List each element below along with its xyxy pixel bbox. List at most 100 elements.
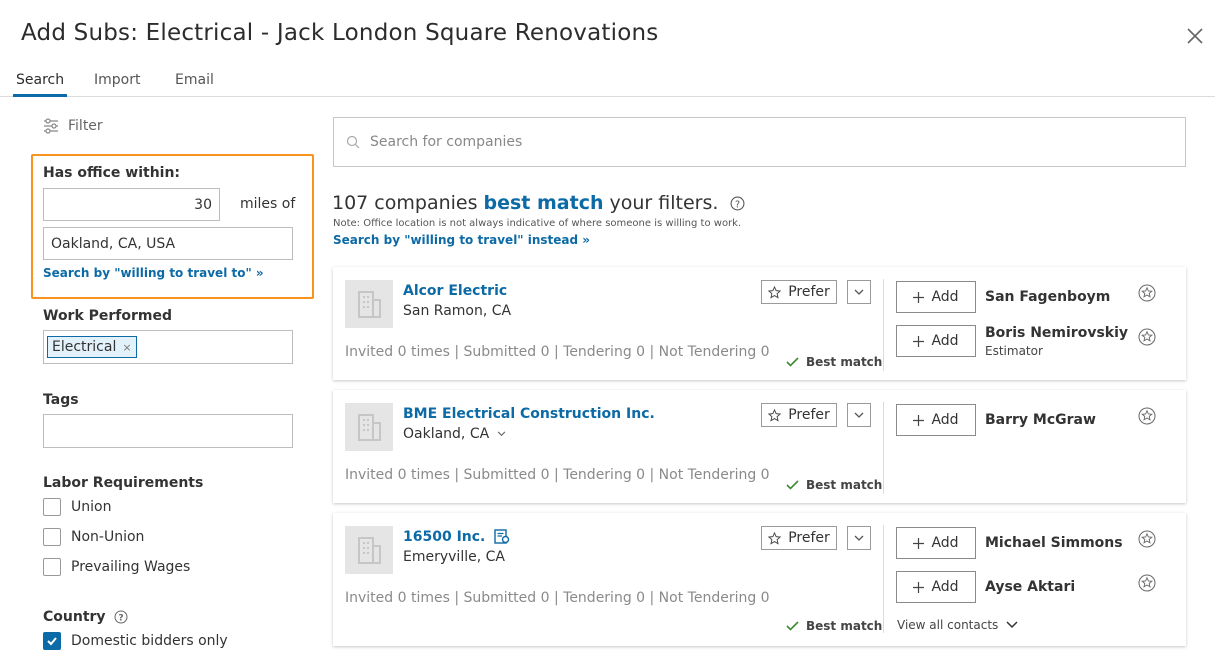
best-match-label: Best match (806, 355, 883, 369)
checkmark-icon (47, 637, 57, 646)
building-icon (358, 414, 381, 441)
dialog-title: Add Subs: Electrical - Jack London Squar… (21, 20, 659, 46)
favorite-star-icon[interactable] (1138, 530, 1156, 548)
tab-import[interactable]: Import (94, 72, 140, 88)
results-count: 107 companies (332, 192, 478, 214)
office-within-label: Has office within: (43, 165, 181, 181)
union-checkbox-row[interactable]: Union (43, 498, 111, 516)
location-input[interactable]: Oakland, CA, USA (43, 227, 293, 260)
help-icon[interactable]: ? (114, 610, 128, 624)
company-name-link[interactable]: BME Electrical Construction Inc. (403, 406, 655, 422)
tab-email[interactable]: Email (175, 72, 214, 88)
company-card: BME Electrical Construction Inc. Oakland… (333, 390, 1186, 503)
active-tab-indicator (13, 94, 67, 97)
check-icon (786, 621, 799, 631)
domestic-checkbox[interactable] (43, 632, 61, 650)
favorite-star-icon[interactable] (1138, 574, 1156, 592)
work-chip-label: Electrical (52, 339, 117, 355)
company-name-row[interactable]: 16500 Inc. (403, 529, 510, 545)
prevailing-wages-checkbox[interactable] (43, 558, 61, 576)
prefer-label: Prefer (788, 284, 830, 300)
prevailing-wages-checkbox-row[interactable]: Prevailing Wages (43, 558, 190, 576)
tags-label: Tags (43, 392, 79, 408)
company-name-link[interactable]: Alcor Electric (403, 283, 507, 299)
willing-to-travel-link[interactable]: Search by "willing to travel" instead » (333, 233, 590, 247)
company-stats: Invited 0 times | Submitted 0 | Tenderin… (345, 590, 770, 606)
prefer-label: Prefer (788, 407, 830, 423)
company-name-link[interactable]: 16500 Inc. (403, 529, 485, 545)
favorite-star-icon[interactable] (1138, 284, 1156, 302)
best-match-label: Best match (806, 619, 883, 633)
contact-name: San Fagenboym (985, 289, 1111, 305)
domestic-checkbox-row[interactable]: Domestic bidders only (43, 632, 228, 650)
plus-icon (913, 335, 925, 347)
add-label: Add (931, 412, 959, 428)
tab-search[interactable]: Search (16, 72, 64, 88)
star-outline-icon (768, 285, 782, 299)
certificate-icon (494, 529, 510, 544)
company-search-box[interactable] (333, 117, 1186, 167)
sliders-icon (44, 118, 58, 134)
prefer-button[interactable]: Prefer (761, 403, 837, 427)
plus-icon (913, 537, 925, 549)
help-icon[interactable]: ? (730, 196, 745, 211)
non-union-checkbox-row[interactable]: Non-Union (43, 528, 144, 546)
company-search-input[interactable] (370, 134, 1150, 150)
non-union-checkbox[interactable] (43, 528, 61, 546)
filter-heading: Filter (43, 118, 103, 134)
prefer-button[interactable]: Prefer (761, 280, 837, 304)
work-performed-input[interactable]: Electrical × (43, 330, 293, 364)
contact-name: Barry McGraw (985, 412, 1096, 428)
travel-to-link[interactable]: Search by "willing to travel to" » (43, 266, 264, 280)
company-location-text: Emeryville, CA (403, 549, 505, 565)
company-card: 16500 Inc. Emeryville, CA Invited 0 time… (333, 513, 1186, 646)
card-divider (883, 279, 884, 371)
work-chip: Electrical × (47, 336, 137, 358)
chevron-down-icon (854, 289, 864, 295)
contact-name: Ayse Aktari (985, 579, 1076, 595)
company-logo (345, 526, 393, 574)
results-heading: 107 companies best match your filters. ? (332, 192, 745, 214)
best-match-label: Best match (806, 478, 883, 492)
prevailing-wages-label: Prevailing Wages (71, 559, 191, 575)
prefer-label: Prefer (788, 530, 830, 546)
add-contact-button[interactable]: Add (896, 404, 976, 436)
building-icon (358, 537, 381, 564)
miles-input[interactable]: 30 (43, 188, 220, 221)
add-contact-button[interactable]: Add (896, 281, 976, 313)
labor-requirements-label: Labor Requirements (43, 475, 204, 491)
card-divider (883, 402, 884, 494)
chevron-down-icon[interactable] (497, 431, 506, 437)
plus-icon (913, 414, 925, 426)
favorite-star-icon[interactable] (1138, 407, 1156, 425)
chevron-down-icon (854, 535, 864, 541)
star-outline-icon (768, 408, 782, 422)
prefer-dropdown-button[interactable] (847, 403, 871, 427)
card-divider (883, 525, 884, 633)
company-location-text: San Ramon, CA (403, 303, 512, 319)
miles-of-label: miles of (240, 196, 296, 212)
view-all-contacts-link[interactable]: View all contacts (897, 618, 1018, 632)
add-contact-button[interactable]: Add (896, 571, 976, 603)
company-location[interactable]: Oakland, CA (403, 426, 506, 442)
favorite-star-icon[interactable] (1138, 328, 1156, 346)
union-checkbox[interactable] (43, 498, 61, 516)
contact-name: Michael Simmons (985, 535, 1123, 551)
add-contact-button[interactable]: Add (896, 527, 976, 559)
tags-input[interactable] (43, 414, 293, 448)
contact-role: Estimator (985, 344, 1043, 358)
company-card: Alcor Electric San Ramon, CA Invited 0 t… (333, 267, 1186, 380)
prefer-dropdown-button[interactable] (847, 280, 871, 304)
remove-chip-icon[interactable]: × (122, 341, 131, 354)
best-match-badge: Best match (786, 619, 882, 633)
building-icon (358, 291, 381, 318)
prefer-dropdown-button[interactable] (847, 526, 871, 550)
close-icon[interactable] (1186, 27, 1204, 45)
svg-text:?: ? (735, 199, 740, 210)
best-match-badge: Best match (786, 478, 882, 492)
results-suffix: your filters. (609, 192, 719, 214)
company-stats: Invited 0 times | Submitted 0 | Tenderin… (345, 344, 770, 360)
prefer-button[interactable]: Prefer (761, 526, 837, 550)
add-contact-button[interactable]: Add (896, 325, 976, 357)
company-logo (345, 280, 393, 328)
